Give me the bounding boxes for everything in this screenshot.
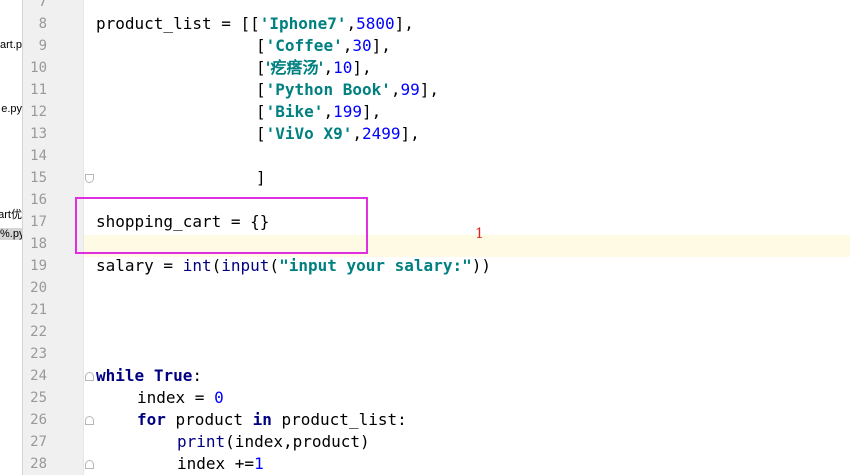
line-number: 18 <box>30 236 47 252</box>
number-literal: 0 <box>214 388 224 407</box>
code-token: [ <box>256 124 266 143</box>
code-line-25[interactable]: index = 0 <box>137 387 224 409</box>
code-line-15[interactable]: ] <box>256 167 266 189</box>
line-number: 7 <box>38 0 47 10</box>
string-literal: 'ViVo X9' <box>265 124 353 143</box>
builtin-name: int <box>182 256 212 275</box>
number-literal: 99 <box>400 80 420 99</box>
keyword: while <box>96 366 145 385</box>
code-line-11[interactable]: ['Python Book',99], <box>256 79 439 101</box>
line-number: 11 <box>30 82 47 98</box>
number-literal: 30 <box>352 36 372 55</box>
keyword: True <box>153 366 193 385</box>
code-token: (index,product) <box>225 432 370 451</box>
string-literal: 'Iphone7' <box>259 14 347 33</box>
code-token: [ <box>256 36 266 55</box>
project-file-item[interactable]: art优 <box>0 206 22 222</box>
code-token: ], <box>352 58 372 77</box>
code-token: index = <box>137 388 215 407</box>
code-token: , <box>323 58 334 77</box>
line-number: 14 <box>30 148 47 164</box>
code-line-19[interactable]: salary = int(input("input your salary:")… <box>96 255 491 277</box>
line-number: 28 <box>30 456 47 472</box>
project-file-item-selected[interactable]: %.py <box>0 228 22 240</box>
line-number: 23 <box>30 346 47 362</box>
fold-end-icon[interactable] <box>85 174 94 183</box>
annotation-number: 1 <box>475 226 484 242</box>
code-token: product_list: <box>271 410 407 429</box>
number-literal: 10 <box>333 58 353 77</box>
code-token: ] <box>256 168 266 187</box>
line-number: 16 <box>30 192 47 208</box>
project-panel-edge: art.p e.py art优 %.py <box>0 0 23 475</box>
string-literal: "input your salary:" <box>279 256 472 275</box>
code-line-26[interactable]: for product in product_list: <box>137 409 407 431</box>
line-number: 9 <box>38 38 47 54</box>
code-token: , <box>352 124 362 143</box>
line-number: 20 <box>30 280 47 296</box>
fold-toggle-icon[interactable] <box>85 416 94 425</box>
code-line-24[interactable]: while True: <box>96 365 202 387</box>
string-literal: 'Python Book' <box>265 80 391 99</box>
keyword: in <box>252 410 272 429</box>
code-line-9[interactable]: ['Coffee',30], <box>256 35 391 57</box>
keyword: for <box>137 410 166 429</box>
code-token: , <box>342 36 353 55</box>
code-token: product_list = [[ <box>96 14 260 33</box>
code-line-8[interactable]: product_list = [['Iphone7',5800], <box>96 13 414 35</box>
code-token: ], <box>419 80 440 99</box>
code-token: [ <box>256 58 266 77</box>
code-token: )) <box>471 256 491 275</box>
code-token: index += <box>177 454 255 473</box>
line-number: 27 <box>30 434 47 450</box>
line-number: 19 <box>30 258 47 274</box>
string-literal: 'Bike' <box>265 102 324 121</box>
code-token: [ <box>256 102 266 121</box>
code-token: ], <box>400 124 420 143</box>
code-token: ( <box>211 256 222 275</box>
code-token: , <box>323 102 334 121</box>
code-token: , <box>390 80 401 99</box>
code-line-13[interactable]: ['ViVo X9',2499], <box>256 123 420 145</box>
line-number: 24 <box>30 368 47 384</box>
number-literal: 1 <box>254 454 264 473</box>
code-token: product <box>165 410 253 429</box>
code-line-28[interactable]: index +=1 <box>177 453 264 475</box>
code-token: ], <box>371 36 391 55</box>
fold-toggle-icon[interactable] <box>85 372 94 381</box>
fold-toggle-icon[interactable] <box>85 460 94 469</box>
string-literal: 'Coffee' <box>265 36 343 55</box>
annotation-highlight-box <box>75 197 368 254</box>
line-number: 12 <box>30 104 47 120</box>
code-line-10[interactable]: ['疙瘩汤',10], <box>256 57 372 79</box>
code-token: salary = <box>96 256 183 275</box>
builtin-name: input <box>221 256 270 275</box>
line-number: 17 <box>30 214 47 230</box>
code-token: ( <box>269 256 280 275</box>
code-token: [ <box>256 80 266 99</box>
project-file-item[interactable]: e.py <box>1 103 22 115</box>
line-number: 21 <box>30 302 47 318</box>
line-number: 22 <box>30 324 47 340</box>
code-token: : <box>192 366 202 385</box>
line-number: 26 <box>30 412 47 428</box>
code-line-12[interactable]: ['Bike',199], <box>256 101 381 123</box>
code-token: ], <box>361 102 382 121</box>
line-number: 10 <box>30 60 47 76</box>
line-number: 13 <box>30 126 47 142</box>
line-number: 25 <box>30 390 47 406</box>
code-line-27[interactable]: print(index,product) <box>177 431 370 453</box>
line-number: 8 <box>38 16 47 32</box>
line-number: 15 <box>30 170 47 186</box>
number-literal: 199 <box>333 102 362 121</box>
string-literal: '疙瘩汤' <box>265 58 324 77</box>
number-literal: 5800 <box>356 14 395 33</box>
code-token: , <box>346 14 357 33</box>
builtin-name: print <box>177 432 226 451</box>
number-literal: 2499 <box>361 124 401 143</box>
code-token: ], <box>394 14 414 33</box>
project-file-item[interactable]: art.p <box>0 39 22 51</box>
